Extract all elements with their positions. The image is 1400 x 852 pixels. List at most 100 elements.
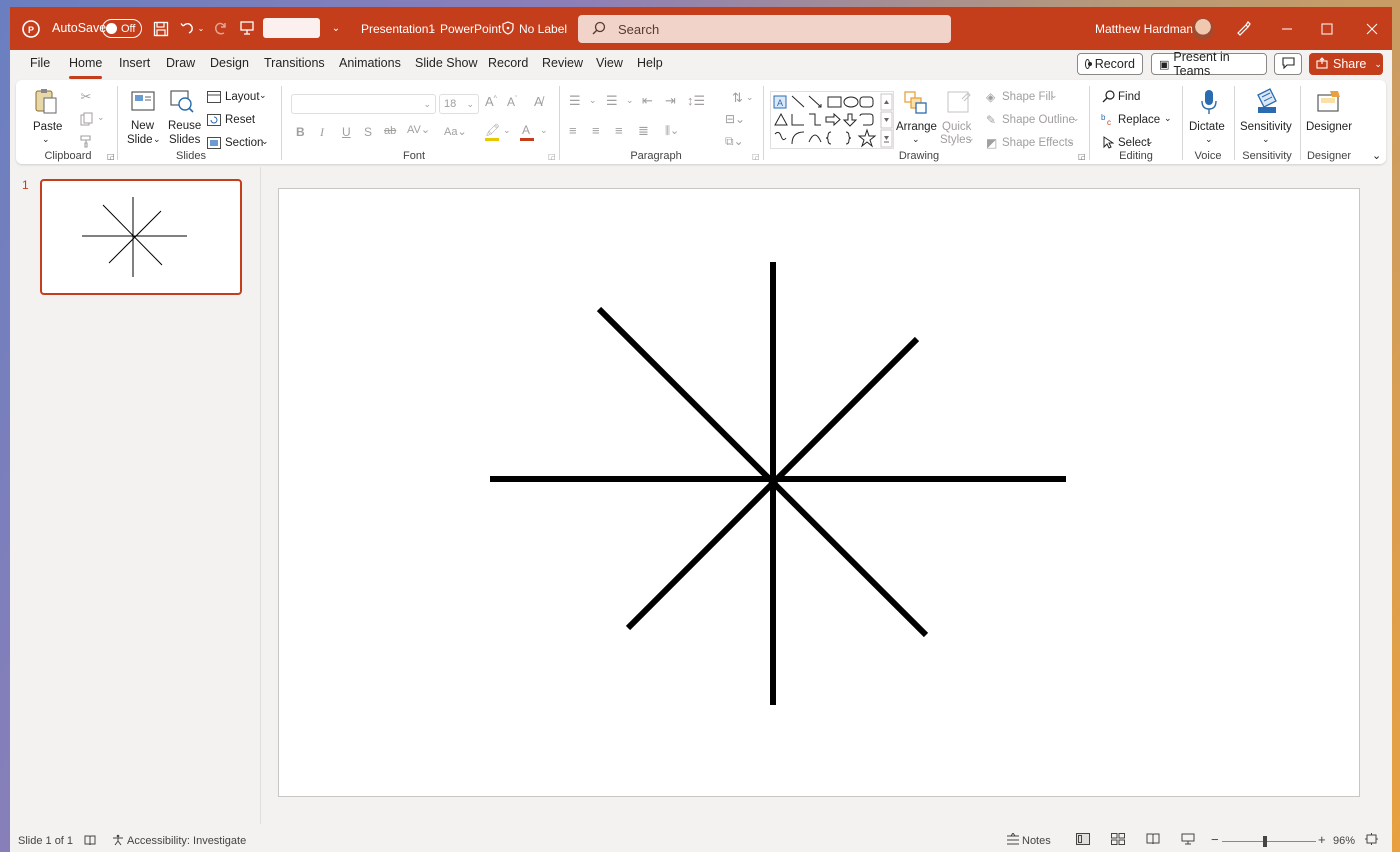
sensitivity-icon[interactable] <box>1253 86 1281 116</box>
user-name[interactable]: Matthew Hardman <box>1095 22 1193 36</box>
svg-text:P: P <box>28 25 34 35</box>
italic-icon: I <box>320 125 324 139</box>
accessibility-status[interactable]: Accessibility: Investigate <box>127 835 246 847</box>
designer-icon[interactable] <box>1315 88 1343 116</box>
tab-file[interactable]: File <box>30 56 50 70</box>
tab-insert[interactable]: Insert <box>119 56 150 70</box>
find-label[interactable]: Find <box>1118 91 1140 103</box>
undo-dropdown-icon[interactable]: ⌄ <box>196 21 206 35</box>
replace-icon[interactable]: bc <box>1101 112 1115 126</box>
shape-fill-icon: ◈ <box>986 90 996 104</box>
zoom-slider-thumb[interactable] <box>1263 836 1267 847</box>
tab-animations[interactable]: Animations <box>339 56 401 70</box>
spell-check-icon[interactable] <box>84 834 96 849</box>
sensitivity-label[interactable]: No Label <box>519 22 567 36</box>
section-dropdown-icon[interactable]: ⌄ <box>261 136 269 147</box>
tab-review[interactable]: Review <box>542 56 583 70</box>
new-slide-label-1[interactable]: New <box>131 120 154 132</box>
arrange-icon[interactable] <box>901 88 929 116</box>
layout-label[interactable]: Layout <box>225 91 260 103</box>
share-dropdown-icon[interactable]: ⌄ <box>1374 59 1382 70</box>
sensitivity-shield-icon[interactable] <box>500 20 516 36</box>
normal-view-icon[interactable] <box>1076 833 1090 848</box>
arrange-label[interactable]: Arrange <box>896 121 937 133</box>
notes-icon[interactable] <box>1006 832 1020 848</box>
layout-dropdown-icon[interactable]: ⌄ <box>259 90 267 101</box>
drawing-dialog-launcher-icon[interactable]: ◲ <box>1078 152 1086 161</box>
diagonal-line-shape-1[interactable] <box>596 306 929 638</box>
designer-button-label[interactable]: Designer <box>1306 121 1352 133</box>
tab-draw[interactable]: Draw <box>166 56 195 70</box>
new-slide-dropdown-icon[interactable]: ⌄ <box>153 134 161 145</box>
layout-icon[interactable] <box>206 90 221 103</box>
customize-qat-icon[interactable]: ⌄ <box>330 21 342 35</box>
section-icon[interactable] <box>206 136 221 149</box>
reset-icon[interactable] <box>206 113 221 126</box>
clipboard-dialog-launcher-icon[interactable]: ◲ <box>107 152 115 161</box>
reuse-slides-icon[interactable] <box>168 87 196 115</box>
paste-dropdown-icon[interactable]: ⌄ <box>42 134 50 145</box>
collapse-ribbon-chevron-icon[interactable]: ⌄ <box>1372 149 1381 162</box>
shapes-gallery[interactable]: A <box>770 91 894 149</box>
accessibility-icon[interactable] <box>112 834 124 849</box>
slide-sorter-icon[interactable] <box>1111 833 1125 848</box>
paste-icon[interactable] <box>32 86 60 116</box>
replace-dropdown-icon[interactable]: ⌄ <box>1164 113 1172 124</box>
notes-label[interactable]: Notes <box>1022 835 1051 847</box>
minimize-icon[interactable] <box>1278 20 1296 38</box>
maximize-icon[interactable] <box>1318 20 1336 38</box>
designer-pen-icon[interactable] <box>1234 19 1252 37</box>
tab-transitions[interactable]: Transitions <box>264 56 325 70</box>
reset-label[interactable]: Reset <box>225 114 255 126</box>
zoom-slider-track[interactable] <box>1222 841 1316 842</box>
dictate-label[interactable]: Dictate <box>1189 121 1225 133</box>
search-box[interactable]: Search <box>578 15 951 43</box>
increase-indent-icon: ⇥ <box>665 93 676 108</box>
powerpoint-window: P AutoSave Off ⌄ ⌄ Presentation1 - Power… <box>10 7 1392 852</box>
new-slide-icon[interactable] <box>129 87 157 115</box>
close-icon[interactable] <box>1363 20 1381 38</box>
tab-record[interactable]: Record <box>488 56 528 70</box>
user-avatar[interactable] <box>1192 18 1214 40</box>
font-box-quick-access[interactable] <box>263 18 320 38</box>
slide-show-icon[interactable] <box>1181 833 1195 848</box>
autosave-toggle[interactable]: Off <box>102 19 142 38</box>
section-label[interactable]: Section <box>225 137 263 149</box>
undo-icon[interactable] <box>178 19 196 37</box>
select-cursor-icon[interactable] <box>1101 135 1115 149</box>
share-button[interactable]: Share ⌄ <box>1309 53 1383 75</box>
tab-view[interactable]: View <box>596 56 623 70</box>
tab-help[interactable]: Help <box>637 56 663 70</box>
dictate-dropdown-icon[interactable]: ⌄ <box>1205 134 1213 145</box>
slide-thumbnail-1[interactable] <box>40 179 242 295</box>
shape-outline-label: Shape Outline <box>1002 114 1075 126</box>
select-dropdown-icon[interactable]: ⌄ <box>1146 136 1154 147</box>
sensitivity-dropdown-icon[interactable]: ⌄ <box>1262 134 1270 145</box>
underline-icon: U <box>342 125 351 139</box>
tab-design[interactable]: Design <box>210 56 249 70</box>
comments-button[interactable] <box>1274 53 1302 75</box>
arrange-dropdown-icon[interactable]: ⌄ <box>912 134 920 145</box>
paste-label[interactable]: Paste <box>33 121 62 133</box>
zoom-level[interactable]: 96% <box>1333 835 1355 847</box>
tab-home[interactable]: Home <box>69 56 103 79</box>
slide-canvas[interactable] <box>278 188 1360 797</box>
reuse-slides-label-1[interactable]: Reuse <box>168 120 201 132</box>
present-from-start-icon[interactable] <box>238 19 256 37</box>
save-icon[interactable] <box>152 20 170 38</box>
present-in-teams-button[interactable]: ▣ Present in Teams <box>1151 50 1267 78</box>
asterisk-lines-drawing[interactable] <box>279 189 1359 796</box>
new-slide-label-2[interactable]: Slide <box>127 134 153 146</box>
zoom-out-icon[interactable]: − <box>1211 832 1219 847</box>
record-button-label: Record <box>1094 57 1135 71</box>
zoom-in-icon[interactable]: + <box>1318 832 1326 847</box>
reading-view-icon[interactable] <box>1146 833 1160 848</box>
fit-slide-icon[interactable] <box>1365 833 1378 848</box>
record-button[interactable]: Record <box>1077 53 1143 75</box>
reuse-slides-label-2[interactable]: Slides <box>169 134 200 146</box>
tab-slide-show[interactable]: Slide Show <box>415 56 478 70</box>
microphone-icon[interactable] <box>1196 87 1222 117</box>
sensitivity-button-label[interactable]: Sensitivity <box>1240 121 1292 133</box>
find-icon[interactable] <box>1101 89 1115 103</box>
replace-label[interactable]: Replace <box>1118 114 1160 126</box>
